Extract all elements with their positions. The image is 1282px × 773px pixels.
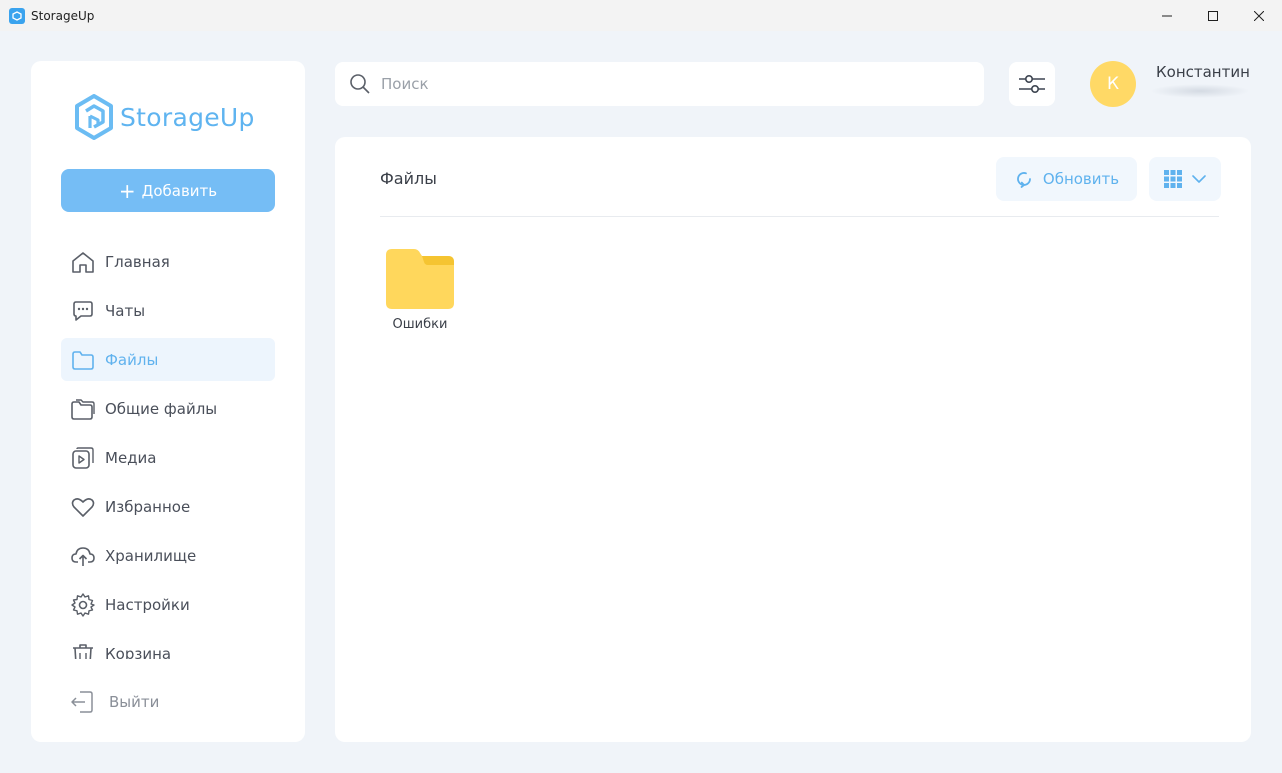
sliders-icon — [1019, 74, 1045, 94]
chevron-down-icon — [1192, 175, 1206, 183]
username-shadow — [1150, 84, 1250, 98]
folder-icon — [386, 249, 454, 309]
sidebar-nav: Главная Чаты Файлы Общие файлы Медиа Изб… — [61, 240, 275, 659]
cloud-upload-icon — [70, 543, 96, 569]
window-controls — [1144, 0, 1282, 31]
gear-icon — [70, 592, 96, 618]
sidebar-item-storage[interactable]: Хранилище — [61, 534, 275, 577]
logout-button[interactable]: Выйти — [69, 687, 159, 717]
logo-icon — [75, 94, 113, 140]
sidebar-item-label: Настройки — [105, 595, 190, 614]
add-button-label: Добавить — [141, 181, 218, 200]
search-icon — [350, 74, 370, 94]
add-button[interactable]: + Добавить — [61, 169, 275, 212]
logo-text: StorageUp — [120, 102, 255, 132]
sidebar-item-shared-files[interactable]: Общие файлы — [61, 387, 275, 430]
grid-icon — [1164, 170, 1182, 188]
divider — [380, 216, 1219, 217]
media-icon — [70, 445, 96, 471]
title-bar: StorageUp — [0, 0, 1282, 31]
sidebar-item-label: Корзина — [105, 644, 172, 660]
minimize-icon — [1162, 15, 1172, 16]
refresh-button-label: Обновить — [1042, 170, 1120, 188]
logout-label: Выйти — [109, 693, 160, 711]
close-icon — [1254, 10, 1264, 21]
sidebar-item-chats[interactable]: Чаты — [61, 289, 275, 332]
sidebar: StorageUp + Добавить Главная Чаты Файлы — [31, 61, 305, 742]
shared-folder-icon — [70, 396, 96, 422]
window-title: StorageUp — [31, 8, 95, 23]
sidebar-item-label: Медиа — [105, 448, 157, 467]
home-icon — [70, 249, 96, 275]
avatar[interactable]: К — [1090, 61, 1136, 107]
sidebar-item-files[interactable]: Файлы — [61, 338, 275, 381]
sidebar-item-label: Чаты — [105, 301, 146, 320]
sidebar-item-label: Избранное — [105, 497, 191, 516]
maximize-button[interactable] — [1190, 0, 1236, 31]
sidebar-item-media[interactable]: Медиа — [61, 436, 275, 479]
sidebar-item-favorites[interactable]: Избранное — [61, 485, 275, 528]
close-button[interactable] — [1236, 0, 1282, 31]
sidebar-item-trash[interactable]: Корзина — [61, 632, 275, 659]
search-bar — [335, 62, 984, 106]
page-title: Файлы — [380, 169, 437, 188]
sidebar-item-label: Файлы — [105, 350, 159, 369]
folder-icon — [70, 347, 96, 373]
minimize-button[interactable] — [1144, 0, 1190, 31]
sidebar-item-label: Главная — [105, 252, 170, 271]
search-input[interactable] — [381, 75, 941, 93]
heart-icon — [70, 494, 96, 520]
sidebar-item-home[interactable]: Главная — [61, 240, 275, 283]
refresh-button[interactable]: Обновить — [996, 157, 1137, 201]
refresh-icon — [1017, 172, 1031, 188]
sidebar-item-label: Общие файлы — [105, 399, 218, 418]
maximize-icon — [1208, 10, 1218, 21]
logo: StorageUp — [74, 94, 255, 140]
sidebar-item-label: Хранилище — [105, 546, 197, 565]
plus-icon: + — [118, 178, 136, 203]
folder-item[interactable]: Ошибки — [380, 247, 460, 332]
view-mode-dropdown[interactable] — [1149, 157, 1221, 201]
trash-icon — [70, 641, 96, 659]
main-panel: Файлы Обновить Ошибки — [335, 137, 1251, 742]
filter-button[interactable] — [1009, 62, 1055, 106]
folder-name: Ошибки — [392, 317, 448, 332]
sidebar-item-settings[interactable]: Настройки — [61, 583, 275, 626]
app-icon — [9, 7, 25, 24]
logout-icon — [69, 689, 95, 715]
chat-icon — [70, 298, 96, 324]
user-name[interactable]: Константин — [1156, 63, 1250, 81]
